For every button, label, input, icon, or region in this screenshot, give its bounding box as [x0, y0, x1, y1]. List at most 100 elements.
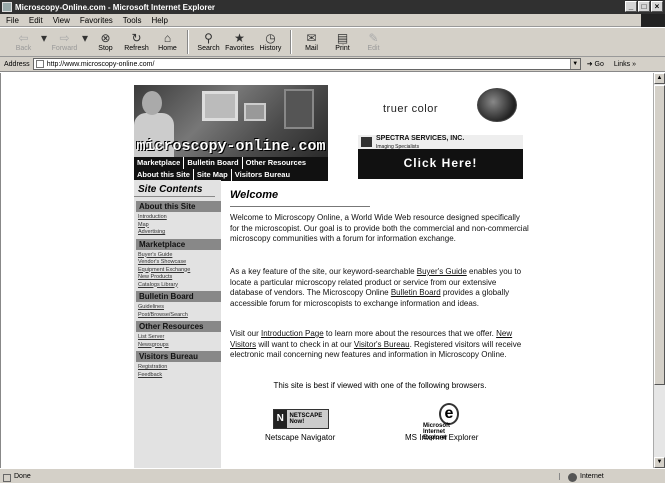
menu-tools[interactable]: Tools — [123, 16, 142, 25]
link-equipment-exchange[interactable]: Equipment Exchange — [134, 267, 221, 275]
site-nav-row-1: Marketplace Bulletin Board Other Resourc… — [134, 157, 328, 169]
buyers-guide-link[interactable]: Buyer's Guide — [417, 267, 467, 276]
link-catalogs-library[interactable]: Catalogs Library — [134, 282, 221, 290]
maximize-button[interactable]: □ — [638, 1, 650, 12]
vertical-scrollbar[interactable]: ▲ ▼ — [653, 73, 665, 468]
nav-other-resources[interactable]: Other Resources — [243, 157, 309, 169]
link-map[interactable]: Map — [134, 222, 221, 230]
link-new-products[interactable]: New Products — [134, 274, 221, 282]
section-visitors-bureau[interactable]: Visitors Bureau — [136, 351, 221, 362]
nav-bulletin-board[interactable]: Bulletin Board — [184, 157, 243, 169]
section-other-resources[interactable]: Other Resources — [136, 321, 221, 332]
address-input[interactable]: http://www.microscopy-online.com/ ▼ — [32, 58, 581, 70]
mail-button[interactable]: ✉ Mail — [296, 28, 327, 52]
p2-text-a: As a key feature of the site, our keywor… — [230, 267, 417, 276]
status-bar: Done Internet — [0, 468, 665, 483]
back-dropdown[interactable]: ▾ — [39, 28, 49, 45]
link-feedback[interactable]: Feedback — [134, 372, 221, 380]
site-banner-image[interactable]: microscopy-online.com — [134, 85, 328, 157]
link-vendors-showcase[interactable]: Vendor's Showcase — [134, 259, 221, 267]
mail-label: Mail — [305, 45, 318, 52]
mail-icon: ✉ — [306, 31, 317, 45]
link-post-browse-search[interactable]: Post/Browse/Search — [134, 312, 221, 320]
globe-icon — [568, 472, 577, 482]
print-button[interactable]: ▤ Print — [327, 28, 358, 52]
address-url: http://www.microscopy-online.com/ — [46, 60, 155, 68]
link-newsgroups[interactable]: Newsgroups — [134, 342, 221, 350]
go-label: Go — [594, 61, 604, 68]
ie-window-icon — [2, 2, 12, 12]
visit-paragraph: Visit our Introduction Page to learn mor… — [230, 329, 530, 361]
window-controls: _ □ × — [625, 1, 663, 12]
scroll-thumb[interactable] — [654, 85, 665, 385]
go-button[interactable]: ➜ Go — [587, 60, 604, 68]
ie-label: MS Internet Explorer — [405, 433, 479, 442]
back-label: Back — [15, 45, 32, 52]
home-button[interactable]: ⌂ Home — [152, 28, 183, 52]
status-text: Done — [14, 472, 31, 480]
menu-edit[interactable]: Edit — [29, 16, 43, 25]
section-bulletin-board[interactable]: Bulletin Board — [136, 291, 221, 302]
search-button[interactable]: ⚲ Search — [193, 28, 224, 52]
link-list-server[interactable]: List Server — [134, 334, 221, 342]
stop-label: Stop — [98, 45, 113, 52]
spectra-header: SPECTRA SERVICES, INC. Imaging Specialis… — [358, 135, 523, 150]
favorites-button[interactable]: ★ Favorites — [224, 28, 255, 52]
address-label: Address — [4, 60, 30, 68]
section-about-site[interactable]: About this Site — [136, 201, 221, 212]
page-icon — [35, 60, 44, 68]
menu-favorites[interactable]: Favorites — [80, 16, 113, 25]
edit-button[interactable]: ✎ Edit — [358, 28, 389, 52]
links-button[interactable]: Links » — [614, 61, 636, 68]
edit-page-icon: ✎ — [368, 31, 379, 45]
menu-file[interactable]: File — [6, 16, 19, 25]
zone-label: Internet — [580, 472, 604, 480]
intro-paragraph: Welcome to Microscopy Online, a World Wi… — [230, 213, 529, 243]
link-registration[interactable]: Registration — [134, 364, 221, 372]
forward-button[interactable]: ⇨ Forward — [49, 28, 80, 52]
spectra-ad-banner[interactable]: SPECTRA SERVICES, INC. Imaging Specialis… — [358, 135, 523, 179]
home-icon: ⌂ — [163, 31, 172, 45]
nav-visitors-bureau[interactable]: Visitors Bureau — [232, 169, 293, 181]
minimize-button[interactable]: _ — [625, 1, 637, 12]
scroll-up-icon[interactable]: ▲ — [654, 73, 665, 84]
netscape-now-badge[interactable]: N NETSCAPE Now! — [273, 409, 329, 429]
refresh-icon: ↻ — [131, 31, 142, 45]
menu-help[interactable]: Help — [151, 16, 167, 25]
history-icon: ◷ — [265, 31, 276, 45]
window-title-bar: Microscopy-Online.com - Microsoft Intern… — [0, 0, 665, 14]
ad-truer-color[interactable]: truer color — [383, 103, 438, 115]
links-label: Links — [613, 60, 631, 68]
window-title: Microscopy-Online.com - Microsoft Intern… — [15, 2, 216, 12]
visitors-bureau-link[interactable]: Visitor's Bureau — [354, 340, 410, 349]
banner-microscope — [284, 89, 314, 129]
banner-monitor — [202, 91, 238, 121]
link-introduction[interactable]: Introduction — [134, 214, 221, 222]
bulletin-board-link[interactable]: Bulletin Board — [391, 288, 441, 297]
chevron-down-icon[interactable]: ▼ — [569, 59, 580, 69]
ad-color-orb-image[interactable] — [477, 88, 517, 122]
p3-text-c: will want to check in at our — [256, 339, 354, 349]
introduction-page-link[interactable]: Introduction Page — [261, 329, 324, 338]
scroll-down-icon[interactable]: ▼ — [654, 457, 665, 468]
back-button[interactable]: ⇦ Back — [8, 28, 39, 52]
close-button[interactable]: × — [651, 1, 663, 12]
forward-dropdown[interactable]: ▾ — [80, 28, 90, 45]
link-guidelines[interactable]: Guidelines — [134, 304, 221, 312]
home-label: Home — [158, 45, 177, 52]
history-button[interactable]: ◷ History — [255, 28, 286, 52]
stop-icon: ⊗ — [100, 31, 111, 45]
refresh-label: Refresh — [124, 45, 149, 52]
banner-person-head — [142, 91, 162, 115]
back-arrow-icon: ⇦ — [18, 31, 29, 45]
refresh-button[interactable]: ↻ Refresh — [121, 28, 152, 52]
section-marketplace[interactable]: Marketplace — [136, 238, 221, 250]
stop-button[interactable]: ⊗ Stop — [90, 28, 121, 52]
sidebar-title: Site Contents — [134, 180, 215, 197]
link-advertising[interactable]: Advertising — [134, 229, 221, 237]
welcome-heading: Welcome — [230, 189, 279, 201]
menu-view[interactable]: View — [53, 16, 70, 25]
nav-marketplace[interactable]: Marketplace — [134, 157, 185, 169]
link-buyers-guide[interactable]: Buyer's Guide — [134, 252, 221, 260]
edit-label: Edit — [367, 45, 380, 52]
